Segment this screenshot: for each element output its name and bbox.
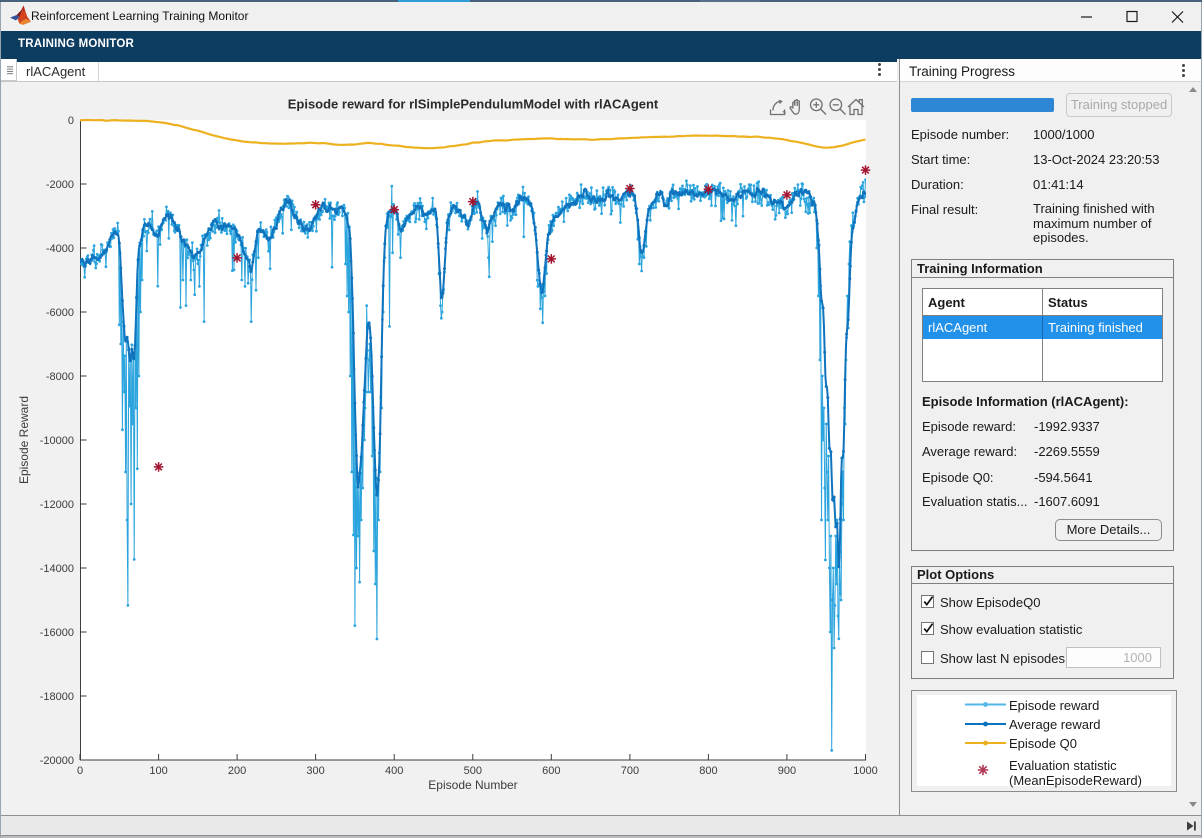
svg-text:500: 500 (464, 765, 482, 777)
svg-text:Episode Reward: Episode Reward (17, 396, 31, 484)
svg-text:100: 100 (149, 765, 167, 777)
svg-text:-20000: -20000 (40, 755, 74, 767)
svg-text:400: 400 (385, 765, 403, 777)
svg-text:-12000: -12000 (40, 499, 74, 511)
svg-text:Episode reward for rlSimplePen: Episode reward for rlSimplePendulumModel… (288, 97, 659, 112)
svg-text:-6000: -6000 (46, 307, 74, 319)
svg-text:-8000: -8000 (46, 371, 74, 383)
svg-text:-14000: -14000 (40, 563, 74, 575)
svg-text:700: 700 (621, 765, 639, 777)
svg-text:-16000: -16000 (40, 627, 74, 639)
svg-text:200: 200 (228, 765, 246, 777)
svg-text:Episode Number: Episode Number (428, 778, 517, 792)
svg-text:-18000: -18000 (40, 691, 74, 703)
svg-text:900: 900 (778, 765, 796, 777)
svg-text:1000: 1000 (853, 765, 877, 777)
svg-text:800: 800 (699, 765, 717, 777)
svg-text:-10000: -10000 (40, 435, 74, 447)
svg-text:300: 300 (306, 765, 324, 777)
svg-text:0: 0 (77, 765, 83, 777)
svg-text:600: 600 (542, 765, 560, 777)
svg-text:-4000: -4000 (46, 243, 74, 255)
svg-text:0: 0 (68, 115, 74, 127)
svg-text:-2000: -2000 (46, 179, 74, 191)
